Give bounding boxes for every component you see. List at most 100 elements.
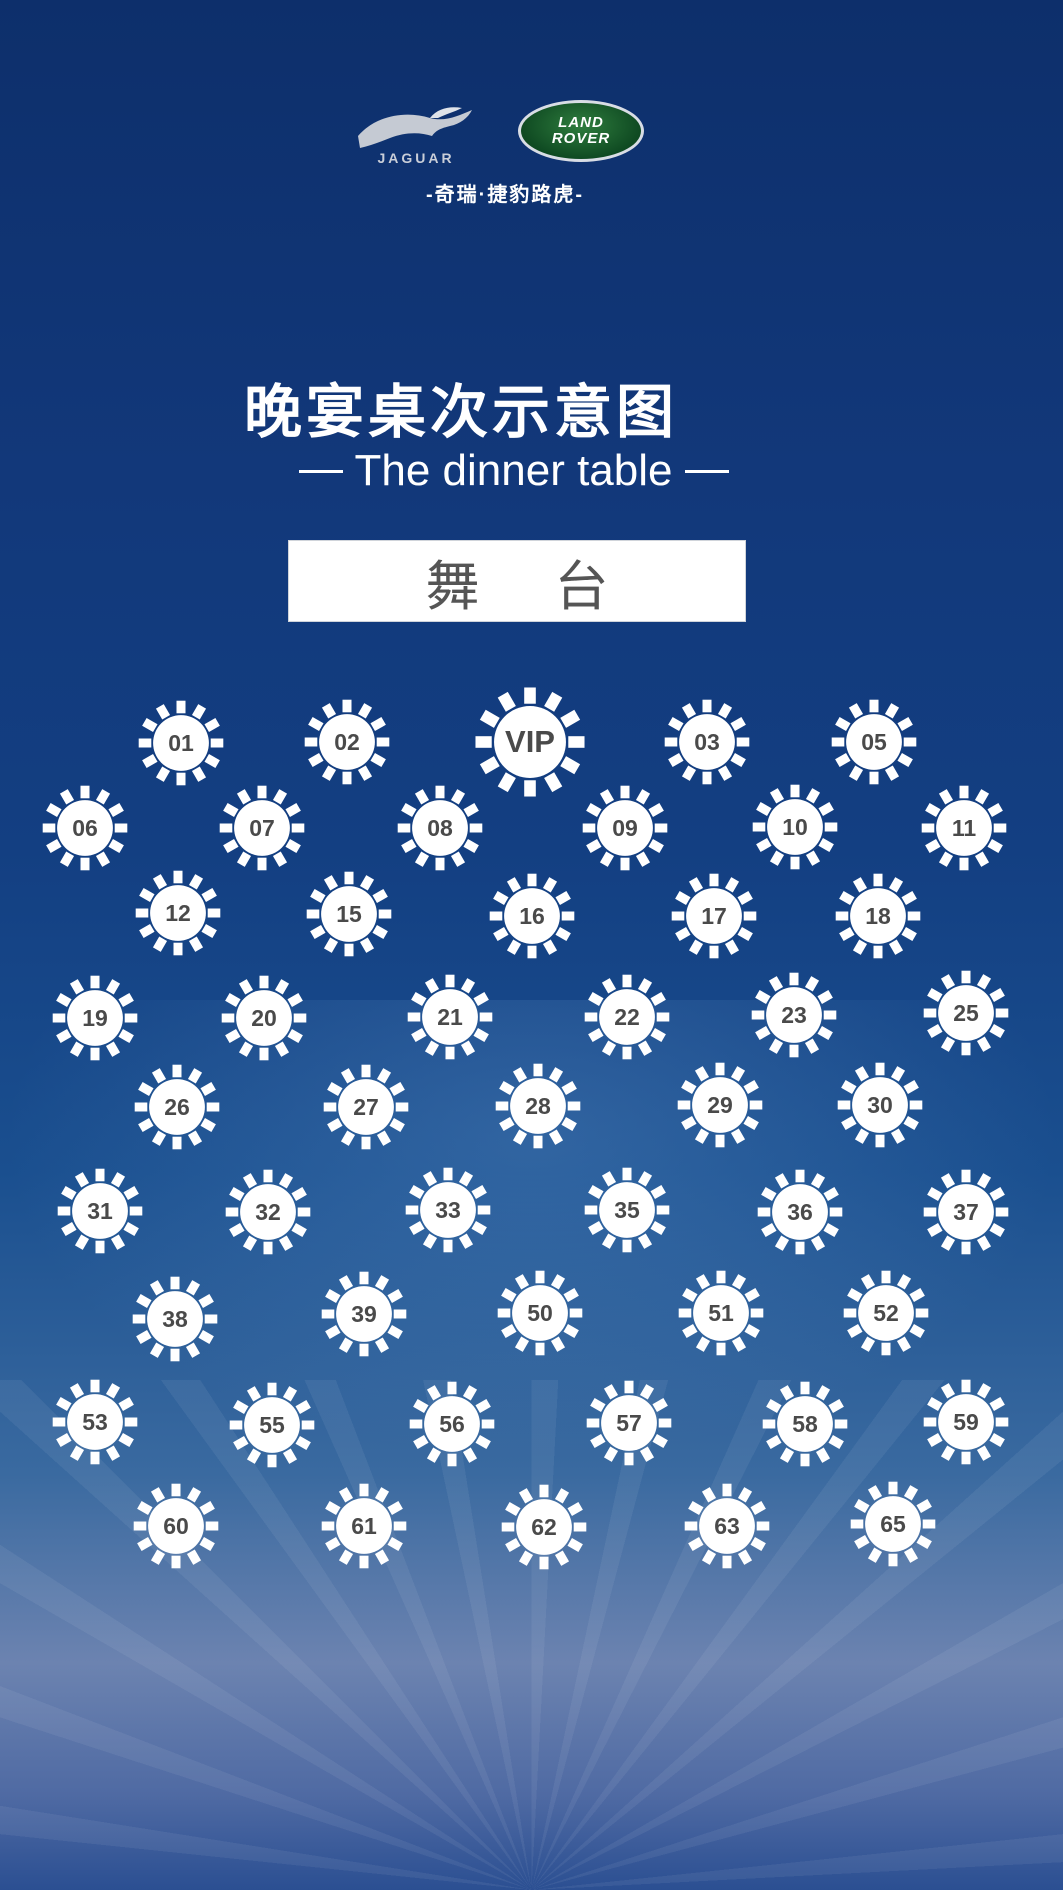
table-number-label: 03	[694, 728, 720, 755]
table-01: 01	[136, 698, 226, 788]
table-23: 23	[749, 970, 839, 1060]
table-number-label: 35	[614, 1196, 640, 1223]
table-10: 10	[750, 782, 840, 872]
table-number-label: 60	[163, 1512, 189, 1539]
brand-logos: JAGUAR LAND ROVER -奇瑞·捷豹路虎-	[350, 96, 660, 206]
land-rover-badge-icon: LAND ROVER	[518, 100, 644, 162]
table-number-label: 05	[861, 728, 887, 755]
stage-box: 舞 台	[288, 540, 746, 622]
table-number-label: 01	[168, 729, 194, 756]
table-number-label: 51	[708, 1299, 734, 1326]
table-number-label: 10	[782, 813, 808, 840]
table-number-label: 26	[164, 1093, 190, 1120]
table-03: 03	[662, 697, 752, 787]
table-28: 28	[493, 1061, 583, 1151]
table-18: 18	[833, 871, 923, 961]
table-number-label: 53	[82, 1408, 108, 1435]
table-07: 07	[217, 783, 307, 873]
table-number-label: 11	[951, 814, 977, 841]
table-number-label: 38	[162, 1305, 188, 1332]
page-subtitle: The dinner table	[354, 446, 673, 495]
table-number-label: 30	[867, 1091, 893, 1118]
table-17: 17	[669, 871, 759, 961]
table-number-label: 21	[437, 1003, 463, 1030]
table-number-label: 29	[707, 1091, 733, 1118]
table-number-label: 63	[714, 1512, 740, 1539]
table-37: 37	[921, 1167, 1011, 1257]
table-number-label: 28	[525, 1092, 551, 1119]
table-number-label: 62	[531, 1513, 557, 1540]
table-51: 51	[676, 1268, 766, 1358]
table-number-label: 39	[351, 1300, 377, 1327]
jaguar-wordmark: JAGUAR	[377, 150, 455, 166]
table-36: 36	[755, 1167, 845, 1257]
table-number-label: VIP	[505, 724, 555, 759]
table-20: 20	[219, 973, 309, 1063]
table-number-label: 07	[249, 814, 275, 841]
table-number-label: 20	[251, 1004, 277, 1031]
stage-label: 舞 台	[425, 556, 639, 617]
table-63: 63	[682, 1481, 772, 1571]
table-number-label: 56	[439, 1410, 465, 1437]
table-25: 25	[921, 968, 1011, 1058]
table-number-label: 09	[612, 814, 638, 841]
table-11: 11	[919, 783, 1009, 873]
table-number-label: 25	[953, 999, 979, 1026]
table-number-label: 08	[427, 814, 453, 841]
table-number-label: 19	[82, 1004, 108, 1031]
table-32: 32	[223, 1167, 313, 1257]
table-number-label: 57	[616, 1409, 642, 1436]
table-09: 09	[580, 783, 670, 873]
table-number-label: 02	[334, 728, 360, 755]
table-39: 39	[319, 1269, 409, 1359]
table-50: 50	[495, 1268, 585, 1358]
table-number-label: 50	[527, 1299, 553, 1326]
table-19: 19	[50, 973, 140, 1063]
table-number-label: 27	[353, 1093, 379, 1120]
table-number-label: 58	[792, 1410, 818, 1437]
table-16: 16	[487, 871, 577, 961]
table-number-label: 37	[953, 1198, 979, 1225]
table-62: 62	[499, 1482, 589, 1572]
table-number-label: 59	[953, 1408, 979, 1435]
table-57: 57	[584, 1378, 674, 1468]
table-31: 31	[55, 1166, 145, 1256]
table-58: 58	[760, 1379, 850, 1469]
subtitle-row: The dinner table	[295, 446, 732, 496]
table-number-label: 31	[87, 1197, 113, 1224]
table-22: 22	[582, 972, 672, 1062]
table-number-label: 52	[873, 1299, 899, 1326]
table-number-label: 61	[351, 1512, 377, 1539]
table-02: 02	[302, 697, 392, 787]
table-number-label: 12	[165, 899, 191, 926]
table-53: 53	[50, 1377, 140, 1467]
land-rover-text-line1: LAND	[558, 114, 604, 131]
brand-chinese-name: -奇瑞·捷豹路虎-	[426, 184, 584, 206]
table-29: 29	[675, 1060, 765, 1150]
table-26: 26	[132, 1062, 222, 1152]
table-52: 52	[841, 1268, 931, 1358]
table-05: 05	[829, 697, 919, 787]
table-15: 15	[304, 869, 394, 959]
table-61: 61	[319, 1481, 409, 1571]
seating-chart-page: JAGUAR LAND ROVER -奇瑞·捷豹路虎- 晚宴桌次示意图 The …	[0, 0, 1063, 1890]
table-56: 56	[407, 1379, 497, 1469]
table-35: 35	[582, 1165, 672, 1255]
table-number-label: 18	[865, 902, 891, 929]
subtitle-dash-left	[298, 469, 343, 473]
subtitle-dash-right	[684, 469, 729, 473]
table-38: 38	[130, 1274, 220, 1364]
table-number-label: 17	[701, 902, 727, 929]
table-vip: VIP	[472, 684, 588, 800]
page-title: 晚宴桌次示意图	[243, 380, 678, 445]
table-33: 33	[403, 1165, 493, 1255]
background-light-rays	[0, 1380, 1063, 1890]
table-08: 08	[395, 783, 485, 873]
table-65: 65	[848, 1479, 938, 1569]
table-number-label: 33	[435, 1196, 461, 1223]
table-30: 30	[835, 1060, 925, 1150]
table-59: 59	[921, 1377, 1011, 1467]
table-06: 06	[40, 783, 130, 873]
table-number-label: 22	[614, 1003, 640, 1030]
table-number-label: 32	[255, 1198, 281, 1225]
